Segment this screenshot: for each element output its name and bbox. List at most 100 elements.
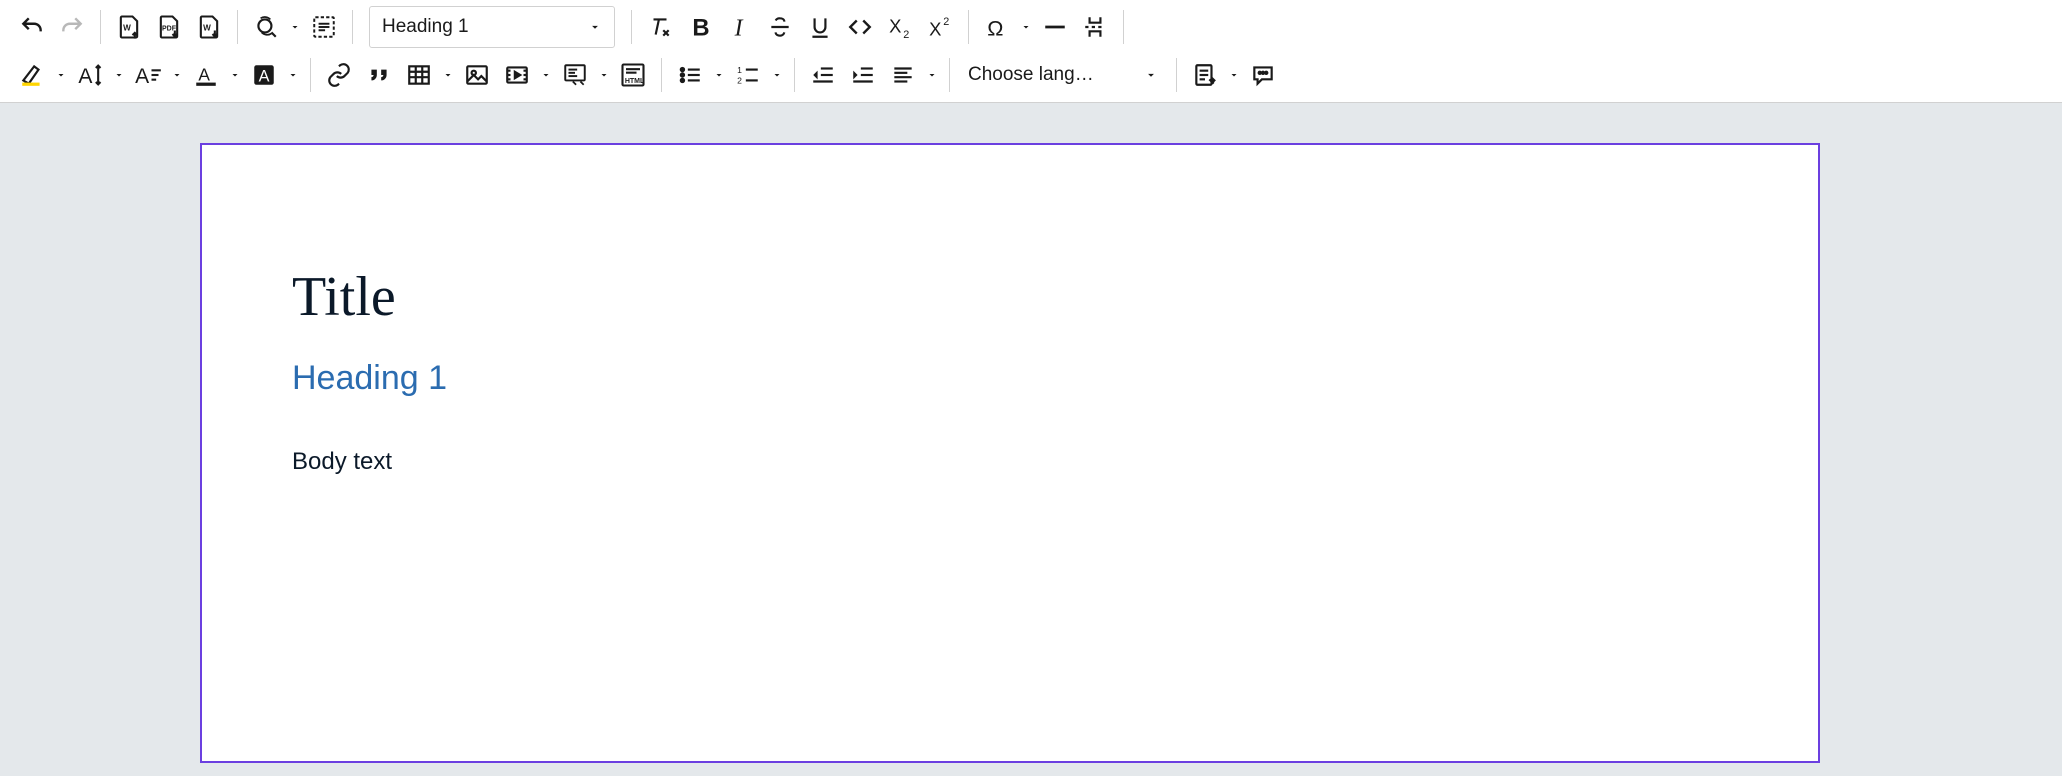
- table-dropdown[interactable]: [439, 55, 457, 95]
- svg-text:X: X: [889, 15, 901, 36]
- html-embed-button[interactable]: HTML: [613, 55, 653, 95]
- document-page[interactable]: Title Heading 1 Body text: [200, 143, 1820, 763]
- horizontal-rule-icon: [1042, 14, 1068, 40]
- chevron-down-icon: [588, 20, 602, 34]
- indent-button[interactable]: [843, 55, 883, 95]
- html-icon: HTML: [619, 61, 647, 89]
- font-size-button[interactable]: A: [128, 55, 168, 95]
- link-button[interactable]: [319, 55, 359, 95]
- export-word-button[interactable]: W: [189, 7, 229, 47]
- link-icon: [326, 62, 352, 88]
- undo-icon: [19, 14, 45, 40]
- special-char-dropdown[interactable]: [1017, 7, 1035, 47]
- document-heading-1[interactable]: Heading 1: [292, 359, 1728, 398]
- separator: [100, 10, 101, 44]
- comment-button[interactable]: [1243, 55, 1283, 95]
- select-all-button[interactable]: [304, 7, 344, 47]
- bold-button[interactable]: B: [680, 7, 720, 47]
- table-button[interactable]: [399, 55, 439, 95]
- toolbar-row-1: W PDF W Heading 1 B: [12, 4, 2050, 50]
- bg-color-dropdown[interactable]: [284, 55, 302, 95]
- bulleted-list-button[interactable]: [670, 55, 710, 95]
- separator: [968, 10, 969, 44]
- media-button[interactable]: [497, 55, 537, 95]
- table-icon: [406, 62, 432, 88]
- svg-text:B: B: [692, 15, 709, 40]
- code-block-dropdown[interactable]: [595, 55, 613, 95]
- clear-formatting-button[interactable]: [640, 7, 680, 47]
- omega-icon: Ω: [984, 14, 1010, 40]
- select-all-icon: [311, 14, 337, 40]
- document-body-text[interactable]: Body text: [292, 448, 1728, 476]
- find-replace-button[interactable]: [246, 7, 286, 47]
- blockquote-button[interactable]: [359, 55, 399, 95]
- strikethrough-button[interactable]: [760, 7, 800, 47]
- heading-select[interactable]: Heading 1: [369, 6, 615, 48]
- redo-icon: [59, 14, 85, 40]
- separator: [1176, 58, 1177, 92]
- media-dropdown[interactable]: [537, 55, 555, 95]
- svg-text:W: W: [123, 24, 131, 33]
- highlight-dropdown[interactable]: [52, 55, 70, 95]
- superscript-button[interactable]: X2: [920, 7, 960, 47]
- numbered-list-dropdown[interactable]: [768, 55, 786, 95]
- highlight-button[interactable]: [12, 55, 52, 95]
- align-button[interactable]: [883, 55, 923, 95]
- page-break-icon: [1082, 14, 1108, 40]
- numbered-list-button[interactable]: 12: [728, 55, 768, 95]
- font-size-icon: A: [134, 61, 162, 89]
- underline-button[interactable]: [800, 7, 840, 47]
- horizontal-rule-button[interactable]: [1035, 7, 1075, 47]
- subscript-button[interactable]: X2: [880, 7, 920, 47]
- svg-text:2: 2: [943, 16, 949, 28]
- language-select[interactable]: Choose lang…: [958, 55, 1168, 95]
- outdent-icon: [810, 62, 836, 88]
- image-button[interactable]: [457, 55, 497, 95]
- align-dropdown[interactable]: [923, 55, 941, 95]
- code-block-button[interactable]: [555, 55, 595, 95]
- italic-button[interactable]: I: [720, 7, 760, 47]
- svg-text:I: I: [734, 16, 744, 40]
- undo-button[interactable]: [12, 7, 52, 47]
- page-break-button[interactable]: [1075, 7, 1115, 47]
- italic-icon: I: [727, 14, 753, 40]
- indent-icon: [850, 62, 876, 88]
- numbered-list-icon: 12: [735, 62, 761, 88]
- document-title[interactable]: Title: [292, 265, 1728, 329]
- font-color-dropdown[interactable]: [226, 55, 244, 95]
- special-char-button[interactable]: Ω: [977, 7, 1017, 47]
- line-height-icon: A: [76, 61, 104, 89]
- import-word-icon: W: [115, 13, 143, 41]
- track-changes-dropdown[interactable]: [1225, 55, 1243, 95]
- editor-canvas: Title Heading 1 Body text: [0, 103, 2062, 763]
- bg-color-icon: A: [251, 62, 277, 88]
- separator: [794, 58, 795, 92]
- svg-text:A: A: [135, 65, 149, 88]
- highlight-icon: [19, 62, 45, 88]
- font-color-button[interactable]: A: [186, 55, 226, 95]
- line-height-dropdown[interactable]: [110, 55, 128, 95]
- font-color-icon: A: [193, 62, 219, 88]
- track-changes-button[interactable]: [1185, 55, 1225, 95]
- svg-text:A: A: [259, 68, 270, 86]
- media-icon: [504, 62, 530, 88]
- separator: [949, 58, 950, 92]
- heading-select-value: Heading 1: [382, 16, 469, 38]
- export-pdf-button[interactable]: PDF: [149, 7, 189, 47]
- find-replace-dropdown[interactable]: [286, 7, 304, 47]
- code-button[interactable]: [840, 7, 880, 47]
- bulleted-list-dropdown[interactable]: [710, 55, 728, 95]
- image-icon: [464, 62, 490, 88]
- redo-button[interactable]: [52, 7, 92, 47]
- svg-text:X: X: [929, 19, 941, 40]
- outdent-button[interactable]: [803, 55, 843, 95]
- svg-text:W: W: [203, 24, 211, 33]
- code-icon: [847, 14, 873, 40]
- import-word-button[interactable]: W: [109, 7, 149, 47]
- bg-color-button[interactable]: A: [244, 55, 284, 95]
- font-size-dropdown[interactable]: [168, 55, 186, 95]
- toolbar: W PDF W Heading 1 B: [0, 0, 2062, 103]
- svg-text:Ω: Ω: [987, 16, 1003, 40]
- line-height-button[interactable]: A: [70, 55, 110, 95]
- svg-text:2: 2: [903, 29, 909, 40]
